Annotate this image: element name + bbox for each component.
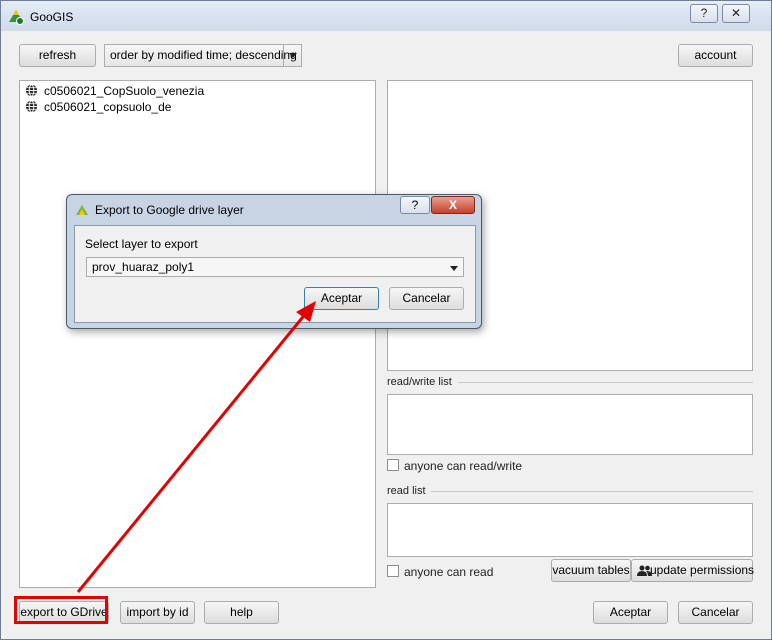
refresh-button[interactable]: refresh [19, 44, 96, 67]
account-button[interactable]: account [678, 44, 753, 67]
order-select[interactable]: order by modified time; descending [104, 44, 302, 67]
layer-list[interactable]: c0506021_CopSuolo_venezia c0506021_copsu… [19, 80, 376, 588]
order-select-value: order by modified time; descending [110, 48, 297, 62]
list-item[interactable]: c0506021_copsuolo_de [25, 99, 171, 115]
title-bar: GooGIS ? ✕ [1, 1, 771, 31]
divider [431, 491, 753, 492]
dialog-accept-button[interactable]: Aceptar [304, 287, 379, 310]
window-close-button[interactable]: ✕ [722, 4, 750, 23]
accept-button[interactable]: Aceptar [593, 601, 668, 624]
layer-select-value: prov_huaraz_poly1 [92, 260, 195, 274]
dialog-close-button[interactable]: X [431, 196, 475, 214]
divider [458, 382, 753, 383]
list-item[interactable]: c0506021_CopSuolo_venezia [25, 83, 204, 99]
cancel-button[interactable]: Cancelar [678, 601, 753, 624]
select-layer-label: Select layer to export [85, 237, 198, 251]
import-by-id-button[interactable]: import by id [120, 601, 195, 624]
chevron-down-icon[interactable] [445, 258, 463, 276]
anyone-read-write-label: anyone can read/write [404, 459, 523, 473]
googis-app-icon [9, 10, 24, 25]
annotation-highlight-box [14, 596, 108, 624]
dialog-help-button[interactable]: ? [400, 196, 430, 214]
read-write-list-label: read/write list [387, 376, 452, 388]
users-icon [637, 565, 652, 576]
read-write-list[interactable] [387, 394, 753, 455]
read-list-label: read list [387, 485, 426, 497]
globe-icon [25, 84, 38, 97]
export-dialog: Export to Google drive layer ? X Select … [66, 194, 482, 329]
window-title: GooGIS [30, 10, 74, 24]
update-permissions-button[interactable]: update permissions [631, 559, 755, 582]
anyone-read-checkbox[interactable] [387, 565, 399, 577]
anyone-read-label: anyone can read [404, 565, 494, 579]
help-button[interactable]: help [204, 601, 279, 624]
vacuum-tables-button[interactable]: vacuum tables [551, 559, 631, 582]
qgis-icon [76, 205, 88, 215]
layer-name: c0506021_copsuolo_de [44, 100, 172, 114]
read-list[interactable] [387, 503, 753, 557]
dialog-body: Select layer to export prov_huaraz_poly1… [74, 225, 476, 323]
layer-select[interactable]: prov_huaraz_poly1 [86, 257, 464, 277]
anyone-read-write-checkbox[interactable] [387, 459, 399, 471]
update-permissions-label: update permissions [650, 563, 755, 577]
window-help-button[interactable]: ? [690, 4, 718, 23]
globe-icon [25, 100, 38, 113]
layer-name: c0506021_CopSuolo_venezia [44, 84, 205, 98]
dialog-title: Export to Google drive layer [95, 203, 244, 217]
dialog-cancel-button[interactable]: Cancelar [389, 287, 464, 310]
chevron-down-icon[interactable] [283, 45, 301, 66]
